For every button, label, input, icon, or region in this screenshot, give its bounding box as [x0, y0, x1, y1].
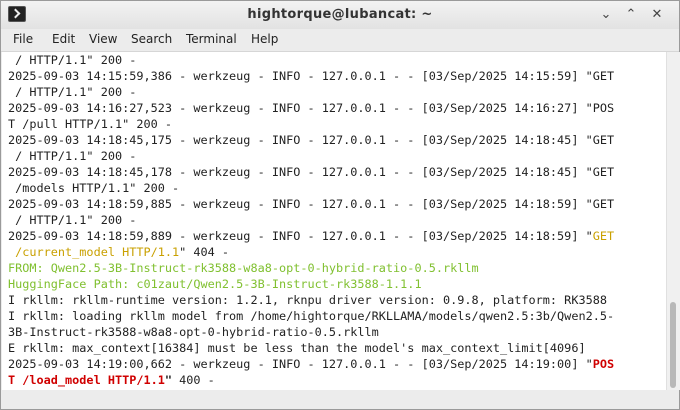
- log-text: " 404 -: [179, 245, 230, 259]
- terminal-line: 2025-09-03 14:18:45,175 - werkzeug - INF…: [8, 133, 615, 147]
- log-text: 2025-09-03 14:19:00,662 - werkzeug - INF…: [8, 357, 593, 371]
- vertical-scrollbar[interactable]: [666, 52, 680, 390]
- terminal-line: / HTTP/1.1" 200 -: [8, 53, 137, 67]
- menu-help[interactable]: Help: [251, 32, 278, 46]
- title-bar[interactable]: hightorque@lubancat: ~ ⌄ ⌃ ✕: [1, 1, 679, 30]
- menu-view[interactable]: View: [89, 32, 117, 46]
- maximize-icon[interactable]: ⌃: [622, 6, 640, 24]
- scrollbar-thumb[interactable]: [670, 302, 676, 388]
- terminal-line: E rkllm: max_context[16384] must be less…: [8, 341, 586, 355]
- terminal-line: T /load_model HTTP/1.1" 400 -: [8, 372, 215, 388]
- terminal-line: I rkllm: rkllm-runtime version: 1.2.1, r…: [8, 293, 607, 307]
- http-method-post: POS: [592, 357, 615, 371]
- terminal-line: 2025-09-03 14:15:59,386 - werkzeug - INF…: [8, 69, 615, 83]
- terminal-window: hightorque@lubancat: ~ ⌄ ⌃ ✕ File Edit V…: [0, 0, 680, 410]
- log-text: 2025-09-03 14:18:59,889 - werkzeug - INF…: [8, 229, 593, 243]
- terminal-line: HuggingFace Path: c01zaut/Qwen2.5-3B-Ins…: [8, 277, 422, 291]
- http-method-get: GET: [592, 229, 615, 243]
- request-path: T /load_model HTTP/1.1: [8, 373, 165, 387]
- log-quote: ": [164, 373, 173, 387]
- minimize-icon[interactable]: ⌄: [597, 6, 615, 24]
- terminal-line: FROM: Qwen2.5-3B-Instruct-rk3588-w8a8-op…: [8, 261, 479, 275]
- log-text: 400 -: [172, 373, 215, 387]
- menu-bar: File Edit View Search Terminal Help: [1, 29, 679, 52]
- terminal-line: T /pull HTTP/1.1" 200 -: [8, 117, 173, 131]
- terminal-line: 2025-09-03 14:19:00,662 - werkzeug - INF…: [8, 356, 614, 372]
- window-bottom-bar: [1, 390, 679, 409]
- terminal-line: 2025-09-03 14:18:59,889 - werkzeug - INF…: [8, 228, 614, 244]
- terminal-line: 2025-09-03 14:18:59,885 - werkzeug - INF…: [8, 197, 615, 211]
- menu-file[interactable]: File: [13, 32, 33, 46]
- request-path: /current_model HTTP/1.1: [8, 245, 180, 259]
- terminal-line: I rkllm: loading rkllm model from /home/…: [8, 309, 615, 323]
- terminal-line: /current_model HTTP/1.1" 404 -: [8, 244, 229, 260]
- terminal-line: / HTTP/1.1" 200 -: [8, 149, 137, 163]
- terminal-line: 2025-09-03 14:16:27,523 - werkzeug - INF…: [8, 101, 615, 115]
- menu-search[interactable]: Search: [131, 32, 172, 46]
- terminal-line: /models HTTP/1.1" 200 -: [8, 181, 180, 195]
- terminal-line: / HTTP/1.1" 200 -: [8, 85, 137, 99]
- menu-terminal[interactable]: Terminal: [186, 32, 237, 46]
- terminal-line: 2025-09-03 14:18:45,178 - werkzeug - INF…: [8, 165, 615, 179]
- menu-edit[interactable]: Edit: [52, 32, 75, 46]
- terminal-line: / HTTP/1.1" 200 -: [8, 213, 137, 227]
- terminal-output[interactable]: / HTTP/1.1" 200 - 2025-09-03 14:15:59,38…: [2, 52, 666, 390]
- window-title: hightorque@lubancat: ~: [247, 7, 433, 22]
- close-icon[interactable]: ✕: [648, 6, 666, 24]
- terminal-line: 3B-Instruct-rk3588-w8a8-opt-0-hybrid-rat…: [8, 325, 379, 339]
